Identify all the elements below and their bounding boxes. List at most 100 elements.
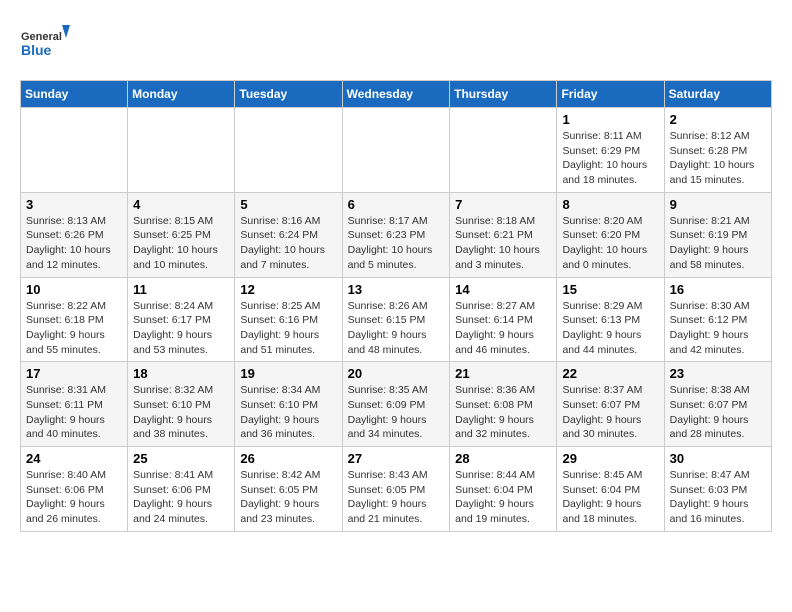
day-number: 4 bbox=[133, 197, 229, 212]
calendar-cell: 16 Sunrise: 8:30 AM Sunset: 6:12 PM Dayli… bbox=[664, 277, 771, 362]
calendar-cell: 11 Sunrise: 8:24 AM Sunset: 6:17 PM Dayli… bbox=[128, 277, 235, 362]
day-number: 12 bbox=[240, 282, 336, 297]
calendar-cell: 17 Sunrise: 8:31 AM Sunset: 6:11 PM Dayli… bbox=[21, 362, 128, 447]
calendar-cell bbox=[342, 108, 450, 193]
calendar-cell: 27 Sunrise: 8:43 AM Sunset: 6:05 PM Dayli… bbox=[342, 447, 450, 532]
day-number: 9 bbox=[670, 197, 766, 212]
calendar-cell: 26Sunrise: 8:42 AM Sunset: 6:05 PM Dayli… bbox=[235, 447, 342, 532]
day-info: Sunrise: 8:35 AM Sunset: 6:09 PM Dayligh… bbox=[348, 383, 445, 442]
day-number: 10 bbox=[26, 282, 122, 297]
weekday-header-saturday: Saturday bbox=[664, 81, 771, 108]
day-info: Sunrise: 8:18 AM Sunset: 6:21 PM Dayligh… bbox=[455, 214, 551, 273]
day-number: 29 bbox=[562, 451, 658, 466]
day-number: 18 bbox=[133, 366, 229, 381]
weekday-header-tuesday: Tuesday bbox=[235, 81, 342, 108]
day-number: 16 bbox=[670, 282, 766, 297]
day-info: Sunrise: 8:45 AM Sunset: 6:04 PM Dayligh… bbox=[562, 468, 658, 527]
day-info: Sunrise: 8:26 AM Sunset: 6:15 PM Dayligh… bbox=[348, 299, 445, 358]
day-info: Sunrise: 8:43 AM Sunset: 6:05 PM Dayligh… bbox=[348, 468, 445, 527]
calendar-cell: 12 Sunrise: 8:25 AM Sunset: 6:16 PM Dayli… bbox=[235, 277, 342, 362]
calendar-cell: 7Sunrise: 8:18 AM Sunset: 6:21 PM Daylig… bbox=[450, 192, 557, 277]
calendar-cell: 20 Sunrise: 8:35 AM Sunset: 6:09 PM Dayli… bbox=[342, 362, 450, 447]
calendar-cell: 25Sunrise: 8:41 AM Sunset: 6:06 PM Dayli… bbox=[128, 447, 235, 532]
day-info: Sunrise: 8:20 AM Sunset: 6:20 PM Dayligh… bbox=[562, 214, 658, 273]
calendar-week-5: 24Sunrise: 8:40 AM Sunset: 6:06 PM Dayli… bbox=[21, 447, 772, 532]
day-number: 28 bbox=[455, 451, 551, 466]
calendar-cell bbox=[128, 108, 235, 193]
day-info: Sunrise: 8:16 AM Sunset: 6:24 PM Dayligh… bbox=[240, 214, 336, 273]
day-info: Sunrise: 8:17 AM Sunset: 6:23 PM Dayligh… bbox=[348, 214, 445, 273]
day-number: 20 bbox=[348, 366, 445, 381]
day-number: 23 bbox=[670, 366, 766, 381]
calendar-cell: 3 Sunrise: 8:13 AM Sunset: 6:26 PM Daylig… bbox=[21, 192, 128, 277]
weekday-header-friday: Friday bbox=[557, 81, 664, 108]
calendar-cell: 28 Sunrise: 8:44 AM Sunset: 6:04 PM Dayli… bbox=[450, 447, 557, 532]
day-info: Sunrise: 8:25 AM Sunset: 6:16 PM Dayligh… bbox=[240, 299, 336, 358]
day-number: 30 bbox=[670, 451, 766, 466]
day-info: Sunrise: 8:11 AM Sunset: 6:29 PM Dayligh… bbox=[562, 129, 658, 188]
calendar-cell: 10 Sunrise: 8:22 AM Sunset: 6:18 PM Dayli… bbox=[21, 277, 128, 362]
day-info: Sunrise: 8:32 AM Sunset: 6:10 PM Dayligh… bbox=[133, 383, 229, 442]
day-number: 19 bbox=[240, 366, 336, 381]
day-info: Sunrise: 8:27 AM Sunset: 6:14 PM Dayligh… bbox=[455, 299, 551, 358]
calendar-cell bbox=[21, 108, 128, 193]
svg-text:Blue: Blue bbox=[21, 42, 52, 58]
calendar-cell: 23 Sunrise: 8:38 AM Sunset: 6:07 PM Dayli… bbox=[664, 362, 771, 447]
calendar-cell: 14 Sunrise: 8:27 AM Sunset: 6:14 PM Dayli… bbox=[450, 277, 557, 362]
day-number: 13 bbox=[348, 282, 445, 297]
logo: General Blue bbox=[20, 20, 70, 70]
day-info: Sunrise: 8:24 AM Sunset: 6:17 PM Dayligh… bbox=[133, 299, 229, 358]
weekday-header-monday: Monday bbox=[128, 81, 235, 108]
day-number: 27 bbox=[348, 451, 445, 466]
day-number: 17 bbox=[26, 366, 122, 381]
day-info: Sunrise: 8:42 AM Sunset: 6:05 PM Dayligh… bbox=[240, 468, 336, 527]
day-info: Sunrise: 8:44 AM Sunset: 6:04 PM Dayligh… bbox=[455, 468, 551, 527]
calendar-cell: 18 Sunrise: 8:32 AM Sunset: 6:10 PM Dayli… bbox=[128, 362, 235, 447]
logo-svg: General Blue bbox=[20, 20, 70, 70]
calendar-cell: 9Sunrise: 8:21 AM Sunset: 6:19 PM Daylig… bbox=[664, 192, 771, 277]
calendar-cell: 15Sunrise: 8:29 AM Sunset: 6:13 PM Dayli… bbox=[557, 277, 664, 362]
calendar-cell: 4 Sunrise: 8:15 AM Sunset: 6:25 PM Daylig… bbox=[128, 192, 235, 277]
day-info: Sunrise: 8:13 AM Sunset: 6:26 PM Dayligh… bbox=[26, 214, 122, 273]
page-header: General Blue bbox=[20, 20, 772, 70]
calendar-cell bbox=[450, 108, 557, 193]
day-number: 24 bbox=[26, 451, 122, 466]
day-number: 8 bbox=[562, 197, 658, 212]
day-info: Sunrise: 8:12 AM Sunset: 6:28 PM Dayligh… bbox=[670, 129, 766, 188]
weekday-header-sunday: Sunday bbox=[21, 81, 128, 108]
calendar-cell: 21 Sunrise: 8:36 AM Sunset: 6:08 PM Dayli… bbox=[450, 362, 557, 447]
day-number: 5 bbox=[240, 197, 336, 212]
day-info: Sunrise: 8:47 AM Sunset: 6:03 PM Dayligh… bbox=[670, 468, 766, 527]
calendar-week-4: 17 Sunrise: 8:31 AM Sunset: 6:11 PM Dayli… bbox=[21, 362, 772, 447]
day-info: Sunrise: 8:22 AM Sunset: 6:18 PM Dayligh… bbox=[26, 299, 122, 358]
day-info: Sunrise: 8:38 AM Sunset: 6:07 PM Dayligh… bbox=[670, 383, 766, 442]
day-info: Sunrise: 8:34 AM Sunset: 6:10 PM Dayligh… bbox=[240, 383, 336, 442]
day-number: 1 bbox=[562, 112, 658, 127]
day-number: 3 bbox=[26, 197, 122, 212]
day-info: Sunrise: 8:36 AM Sunset: 6:08 PM Dayligh… bbox=[455, 383, 551, 442]
day-number: 22 bbox=[562, 366, 658, 381]
calendar-cell bbox=[235, 108, 342, 193]
day-number: 25 bbox=[133, 451, 229, 466]
weekday-header-wednesday: Wednesday bbox=[342, 81, 450, 108]
calendar-week-2: 3 Sunrise: 8:13 AM Sunset: 6:26 PM Daylig… bbox=[21, 192, 772, 277]
day-number: 6 bbox=[348, 197, 445, 212]
day-info: Sunrise: 8:29 AM Sunset: 6:13 PM Dayligh… bbox=[562, 299, 658, 358]
day-number: 21 bbox=[455, 366, 551, 381]
day-info: Sunrise: 8:31 AM Sunset: 6:11 PM Dayligh… bbox=[26, 383, 122, 442]
weekday-header-thursday: Thursday bbox=[450, 81, 557, 108]
calendar-cell: 13 Sunrise: 8:26 AM Sunset: 6:15 PM Dayli… bbox=[342, 277, 450, 362]
calendar-cell: 2Sunrise: 8:12 AM Sunset: 6:28 PM Daylig… bbox=[664, 108, 771, 193]
calendar-cell: 22 Sunrise: 8:37 AM Sunset: 6:07 PM Dayli… bbox=[557, 362, 664, 447]
day-info: Sunrise: 8:30 AM Sunset: 6:12 PM Dayligh… bbox=[670, 299, 766, 358]
day-number: 11 bbox=[133, 282, 229, 297]
calendar-cell: 29 Sunrise: 8:45 AM Sunset: 6:04 PM Dayli… bbox=[557, 447, 664, 532]
day-info: Sunrise: 8:15 AM Sunset: 6:25 PM Dayligh… bbox=[133, 214, 229, 273]
calendar-cell: 5 Sunrise: 8:16 AM Sunset: 6:24 PM Daylig… bbox=[235, 192, 342, 277]
day-number: 14 bbox=[455, 282, 551, 297]
calendar-cell: 19 Sunrise: 8:34 AM Sunset: 6:10 PM Dayli… bbox=[235, 362, 342, 447]
calendar-cell: 1 Sunrise: 8:11 AM Sunset: 6:29 PM Daylig… bbox=[557, 108, 664, 193]
day-info: Sunrise: 8:37 AM Sunset: 6:07 PM Dayligh… bbox=[562, 383, 658, 442]
calendar-week-1: 1 Sunrise: 8:11 AM Sunset: 6:29 PM Daylig… bbox=[21, 108, 772, 193]
calendar-cell: 24Sunrise: 8:40 AM Sunset: 6:06 PM Dayli… bbox=[21, 447, 128, 532]
